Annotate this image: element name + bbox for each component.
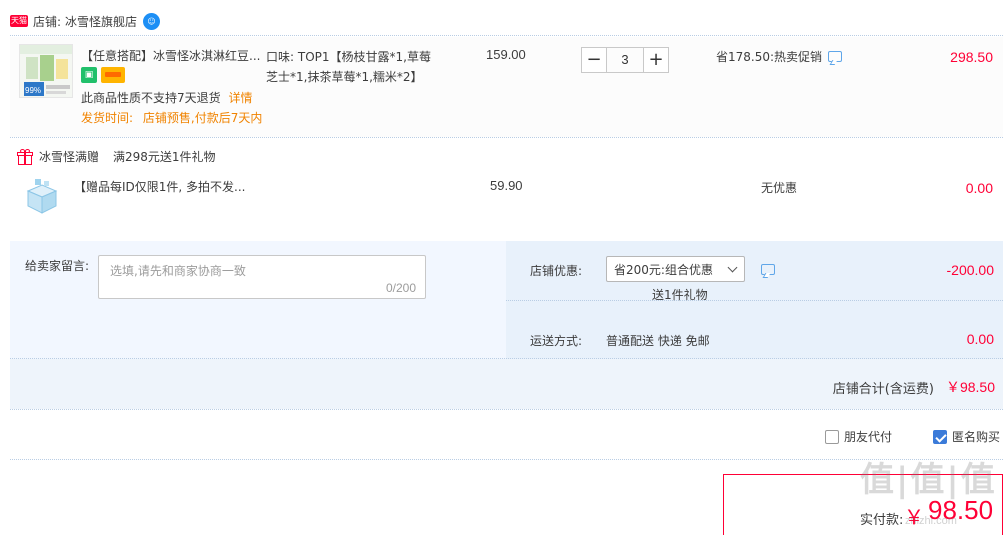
anonymous-checkbox[interactable] [933,429,947,444]
shop-total-label: 店铺合计(含运费) [832,381,934,397]
anonymous-label: 匿名购买 [952,430,1001,444]
gift-rule: 满298元送1件礼物 [113,150,216,164]
unit-price: 159.00 [486,47,526,62]
shipping-label: 运送方式: [530,334,583,348]
memo-label: 给卖家留言: [25,259,90,273]
increase-button[interactable]: + [643,47,669,73]
wangwang-chat-icon[interactable]: ☺ [143,12,161,30]
discount-label: 店铺优惠: [530,264,583,278]
gift-subtotal: 0.00 [965,180,993,196]
panel-divider [506,300,1003,301]
details-link[interactable]: 详情 [228,91,252,105]
no-return-notice: 此商品性质不支持7天退货 详情 [81,89,252,106]
product-title-link[interactable]: 【任意搭配】冰雪怪冰淇淋红豆... [81,47,271,64]
friend-pay-label: 朋友代付 [844,430,893,444]
service-icon: ▣ [81,67,97,83]
friend-pay-checkbox[interactable] [825,429,839,444]
item-subtotal: 298.50 [950,49,993,65]
quantity-stepper: − 3 + [581,47,669,73]
sku-info: 口味: TOP1【杨枝甘露*1,草莓 芝士*1,抹茶草莓*1,糯米*2】 [266,47,456,87]
shop-total: 店铺合计(含运费) ￥98.50 [833,377,995,397]
shop-name-link[interactable]: 冰雪怪旗舰店 [65,13,137,30]
svg-text:99%: 99% [25,86,41,95]
promo-message-icon[interactable] [828,51,843,62]
gift-header: 冰雪怪满赠 满298元送1件礼物 [17,148,216,165]
no-return-text: 此商品性质不支持7天退货 [81,91,221,105]
item-promo-text: 省178.50:热卖促销 [716,50,823,64]
credit-card-icon [101,67,125,83]
discount-amount: -200.00 [946,262,994,278]
gift-label: 冰雪怪满赠 [39,150,100,164]
watermark-url: zhizhi.com [905,515,957,527]
anonymous-option[interactable]: 匿名购买 [933,428,1000,445]
options-divider [10,459,1003,460]
panel-bottom-divider [10,409,1003,410]
discount-message-icon[interactable] [761,264,775,275]
sku-line-2: 芝士*1,抹茶草莓*1,糯米*2】 [266,70,423,84]
gift-thumbnail[interactable] [22,177,62,217]
friend-pay-option[interactable]: 朋友代付 [825,428,892,445]
memo-textarea[interactable]: 选填,请先和商家协商一致 0/200 [98,255,426,299]
shop-total-value: ￥98.50 [945,379,995,395]
item-divider [10,137,1003,138]
order-item: 99% 【任意搭配】冰雪怪冰淇淋红豆... ▣ 此商品性质不支持7天退货 详情 … [10,37,1003,137]
discount-select[interactable]: 省200元:组合优惠 [606,256,745,282]
ship-time-value: 店铺预售,付款后7天内 [142,111,263,125]
gift-title-link[interactable]: 【赠品每ID仅限1件, 多拍不发... [74,178,246,195]
shop-header: 天猫 店铺: 冰雪怪旗舰店 ☺ [10,12,161,30]
panel-divider-bottom [10,358,1003,359]
decrease-button[interactable]: − [581,47,607,73]
tmall-badge: 天猫 [10,15,28,27]
discount-note: 送1件礼物 [652,288,708,302]
payment-label: 实付款: [860,513,904,528]
memo-char-count: 0/200 [385,281,416,295]
memo-placeholder: 选填,请先和商家协商一致 [110,264,246,278]
shipping-amount: 0.00 [966,331,994,347]
watermark-logo: 值|值|值 [860,460,997,500]
shipping-value: 普通配送 快递 免邮 [606,334,710,348]
gift-icon [17,148,33,165]
item-promo: 省178.50:热卖促销 [716,48,843,65]
ship-time-label: 发货时间: [81,111,134,125]
ship-time: 发货时间: 店铺预售,付款后7天内 [81,109,262,126]
quantity-input[interactable]: 3 [607,47,643,73]
product-thumbnail[interactable]: 99% [19,44,73,98]
sku-line-1: 口味: TOP1【杨枝甘露*1,草莓 [266,50,431,64]
shop-divider [10,35,1003,36]
shop-prefix: 店铺: [33,14,62,29]
discount-selected-value: 省200元:组合优惠 [614,262,713,277]
chevron-down-icon [727,262,738,273]
gift-price: 59.90 [490,178,523,193]
gift-promo: 无优惠 [761,181,798,195]
